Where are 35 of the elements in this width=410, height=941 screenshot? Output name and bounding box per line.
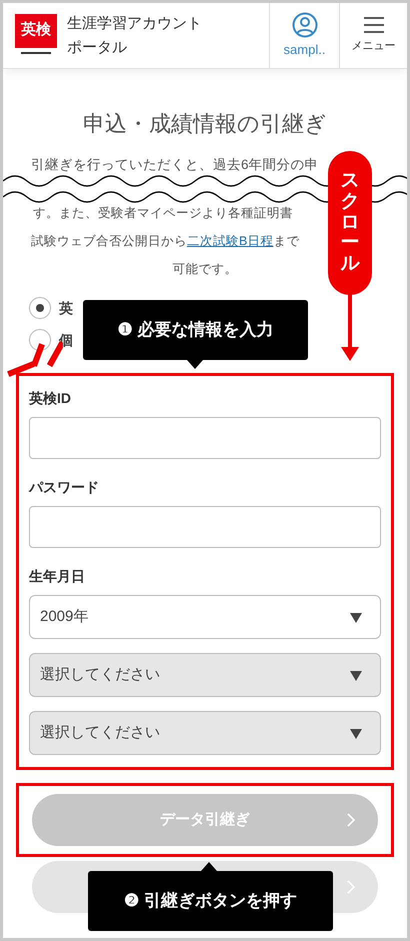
radio-button[interactable] — [29, 329, 51, 351]
radio-label: 英 — [59, 298, 73, 318]
radio-button[interactable] — [29, 297, 51, 319]
input-field[interactable] — [29, 506, 381, 548]
intro-text: 可能です。 — [172, 261, 238, 278]
select-field[interactable]: 選択してください — [29, 653, 381, 697]
account-button[interactable]: sampl.. — [269, 3, 339, 68]
field-label: パスワード — [29, 478, 100, 497]
intro-text: 試験ウェブ合否公開日から二次試験B日程 まで — [30, 233, 300, 250]
dropdown-icon — [350, 729, 362, 739]
select-field[interactable]: 選択してください — [29, 711, 381, 755]
portal-title: ポータル — [67, 38, 128, 58]
callout: ❷ 引継ぎボタンを押す — [88, 871, 333, 931]
intro-text: 引継ぎを行っていただくと、過去6年間分の申 — [30, 156, 319, 174]
user-icon — [292, 12, 318, 38]
down-arrow-icon — [341, 293, 359, 363]
field-label: 生年月日 — [29, 567, 86, 586]
menu-icon — [362, 16, 384, 33]
scroll-badge: スクロール — [328, 151, 372, 295]
field-label: 英検ID — [29, 389, 72, 408]
page-title: 申込・成績情報の引継ぎ — [83, 110, 327, 138]
callout: ❶ 必要な情報を入力 — [83, 300, 308, 360]
schedule-link[interactable]: 二次試験B日程 — [187, 234, 274, 248]
menu-button[interactable]: メニュー — [339, 3, 407, 68]
dropdown-icon — [350, 613, 362, 623]
select-field[interactable]: 2009年 — [29, 595, 381, 639]
input-field[interactable] — [29, 417, 381, 459]
chevron-icon — [346, 812, 356, 828]
chevron-icon — [346, 879, 356, 895]
portal-title: 生涯学習アカウント — [67, 14, 202, 34]
callout-pointer — [201, 862, 217, 871]
callout-pointer — [187, 360, 203, 369]
dropdown-icon — [350, 671, 362, 681]
intro-text: す。また、受験者マイページより各種証明書 — [32, 205, 293, 222]
logo-text: 英検 — [21, 20, 51, 40]
